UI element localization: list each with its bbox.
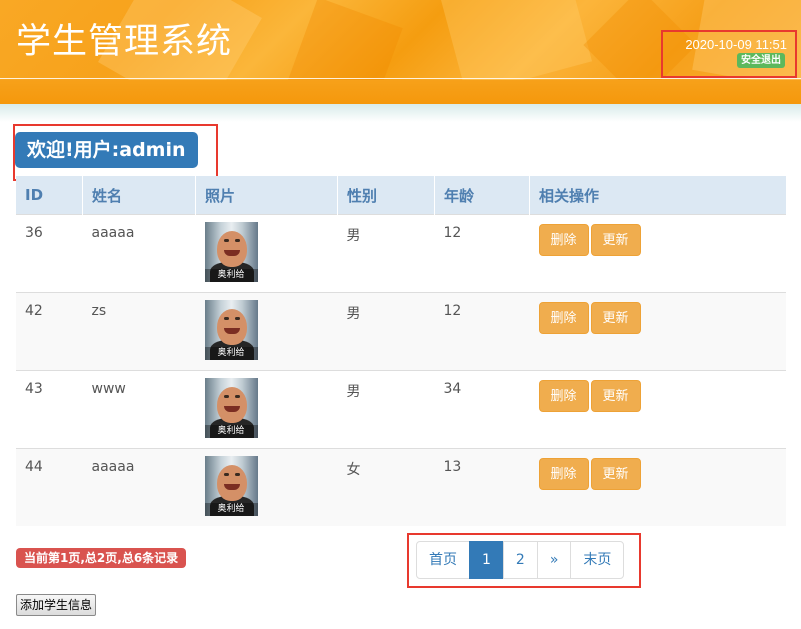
column-header-name: 姓名 [82, 176, 196, 215]
pagination: 首页 1 2 » 末页 [416, 541, 625, 579]
cell-name: aaaaa [82, 214, 196, 293]
cell-id: 44 [16, 448, 83, 526]
cell-age: 34 [434, 370, 530, 449]
header-divider [0, 78, 801, 79]
app-title: 学生管理系统 [16, 22, 233, 62]
table-header-row: ID 姓名 照片 性别 年龄 相关操作 [16, 176, 786, 215]
delete-button[interactable]: 删除 [538, 380, 589, 412]
logout-button[interactable]: 安全退出 [737, 53, 785, 68]
photo-caption: 奥利给 [204, 347, 258, 360]
table-row: 44 aaaaa 奥利给 女 13 删除 更新 [16, 448, 786, 526]
cell-gender: 男 [337, 214, 435, 293]
cell-id: 43 [16, 370, 83, 449]
column-header-id: ID [16, 176, 83, 215]
student-photo: 奥利给 [204, 222, 258, 282]
delete-button[interactable]: 删除 [538, 302, 589, 334]
column-header-age: 年龄 [434, 176, 530, 215]
page-link-1[interactable]: 1 [469, 541, 504, 579]
cell-id: 36 [16, 214, 83, 293]
cell-gender: 男 [337, 292, 435, 371]
cell-actions: 删除 更新 [529, 448, 786, 526]
update-button[interactable]: 更新 [590, 380, 641, 412]
photo-caption: 奥利给 [204, 269, 258, 282]
page-last-link[interactable]: 末页 [570, 541, 625, 579]
cell-actions: 删除 更新 [529, 214, 786, 293]
cell-photo: 奥利给 [195, 448, 338, 526]
page-info-badge: 当前第1页,总2页,总6条记录 [16, 548, 187, 568]
header-shadow-band [0, 104, 801, 122]
page-next-link[interactable]: » [536, 541, 572, 579]
photo-caption: 奥利给 [204, 425, 258, 438]
current-datetime: 2020-10-09 11:51 [685, 37, 787, 52]
student-table: ID 姓名 照片 性别 年龄 相关操作 36 aaaaa 奥利给 男 12 删除 [16, 176, 786, 526]
cell-age: 13 [434, 448, 530, 526]
header-bottom-band [0, 80, 801, 104]
cell-actions: 删除 更新 [529, 292, 786, 371]
cell-photo: 奥利给 [195, 292, 338, 371]
student-photo: 奥利给 [204, 300, 258, 360]
cell-name: aaaaa [82, 448, 196, 526]
add-student-button[interactable]: 添加学生信息 [16, 594, 97, 616]
photo-caption: 奥利给 [204, 503, 258, 516]
cell-photo: 奥利给 [195, 214, 338, 293]
table-row: 36 aaaaa 奥利给 男 12 删除 更新 [16, 214, 786, 293]
cell-photo: 奥利给 [195, 370, 338, 449]
update-button[interactable]: 更新 [590, 302, 641, 334]
cell-name: zs [82, 292, 196, 371]
student-photo: 奥利给 [204, 378, 258, 438]
cell-gender: 男 [337, 370, 435, 449]
welcome-badge: 欢迎!用户:admin [15, 132, 198, 168]
cell-actions: 删除 更新 [529, 370, 786, 449]
column-header-gender: 性别 [337, 176, 435, 215]
column-header-actions: 相关操作 [529, 176, 786, 215]
table-row: 43 www 奥利给 男 34 删除 更新 [16, 370, 786, 449]
page-link-2[interactable]: 2 [502, 541, 538, 579]
cell-gender: 女 [337, 448, 435, 526]
cell-name: www [82, 370, 196, 449]
cell-id: 42 [16, 292, 83, 371]
update-button[interactable]: 更新 [590, 224, 641, 256]
delete-button[interactable]: 删除 [538, 224, 589, 256]
cell-age: 12 [434, 292, 530, 371]
page-first-link[interactable]: 首页 [416, 541, 470, 579]
column-header-photo: 照片 [195, 176, 338, 215]
table-row: 42 zs 奥利给 男 12 删除 更新 [16, 292, 786, 371]
update-button[interactable]: 更新 [590, 458, 641, 490]
delete-button[interactable]: 删除 [538, 458, 589, 490]
cell-age: 12 [434, 214, 530, 293]
student-photo: 奥利给 [204, 456, 258, 516]
user-session-box: 2020-10-09 11:51 安全退出 [661, 30, 797, 78]
